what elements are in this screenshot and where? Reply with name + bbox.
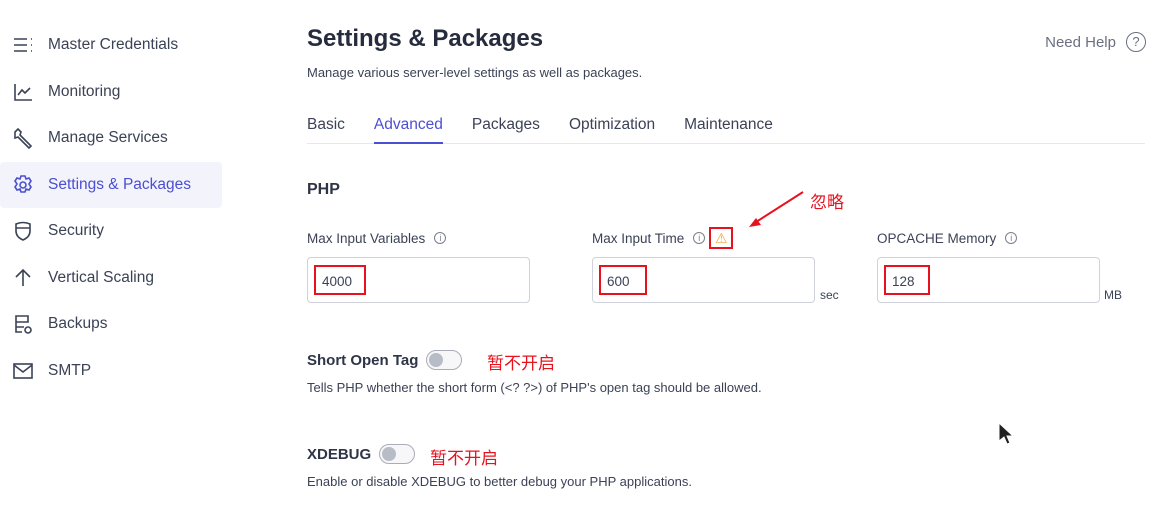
sidebar-item-vertical-scaling[interactable]: Vertical Scaling <box>0 255 222 302</box>
toggle-label: Short Open Tag <box>307 351 419 369</box>
backup-icon <box>15 315 32 335</box>
input-value: 128 <box>884 265 930 295</box>
section-title-php: PHP <box>307 181 340 198</box>
shield-icon <box>15 221 31 242</box>
gear-icon <box>14 174 32 193</box>
help-icon: ? <box>1126 32 1146 52</box>
mouse-cursor-icon <box>998 422 1014 445</box>
unit-mb: MB <box>1104 288 1122 302</box>
sidebar: Master Credentials Monitoring Manage Ser… <box>0 22 222 394</box>
wrench-icon <box>14 128 33 150</box>
sidebar-item-smtp[interactable]: SMTP <box>0 348 222 395</box>
sidebar-item-label: Manage Services <box>48 129 168 147</box>
info-icon[interactable]: i <box>693 232 706 244</box>
xdebug-description: Enable or disable XDEBUG to better debug… <box>307 474 692 489</box>
sidebar-item-security[interactable]: Security <box>0 208 222 255</box>
max-input-time-input[interactable]: 600 <box>592 257 815 303</box>
xdebug-row: XDEBUG <box>307 444 416 464</box>
page-subtitle: Manage various server-level settings as … <box>307 65 643 80</box>
need-help-label: Need Help <box>1045 33 1116 51</box>
mail-icon <box>13 362 33 379</box>
sidebar-item-monitoring[interactable]: Monitoring <box>0 69 222 116</box>
sidebar-item-label: Master Credentials <box>48 36 179 54</box>
field-label: Max Input Time <box>592 230 685 246</box>
tab-packages[interactable]: Packages <box>472 116 540 144</box>
short-open-tag-row: Short Open Tag <box>307 350 463 370</box>
input-value: 4000 <box>314 265 366 295</box>
opcache-memory-field: OPCACHE Memory i 128 <box>877 230 1100 303</box>
warning-icon[interactable]: ⚠ <box>709 227 734 249</box>
info-icon[interactable]: i <box>434 232 447 244</box>
tab-bar: Basic Advanced Packages Optimization Mai… <box>307 116 1145 144</box>
xdebug-toggle[interactable] <box>379 444 416 464</box>
sidebar-item-label: Security <box>48 222 104 240</box>
tab-maintenance[interactable]: Maintenance <box>684 116 773 144</box>
field-label: Max Input Variables <box>307 230 426 246</box>
input-value: 600 <box>599 265 647 295</box>
max-input-variables-field: Max Input Variables i 4000 <box>307 230 530 303</box>
sidebar-item-label: SMTP <box>48 361 92 379</box>
info-icon[interactable]: i <box>1005 232 1018 244</box>
unit-sec: sec <box>820 288 839 302</box>
tab-optimization[interactable]: Optimization <box>569 116 655 144</box>
annotation-arrow <box>749 191 804 227</box>
sidebar-item-label: Backups <box>48 315 108 333</box>
list-icon <box>14 38 32 53</box>
sidebar-item-label: Monitoring <box>48 82 121 100</box>
sidebar-item-label: Vertical Scaling <box>48 268 154 286</box>
arrow-up-icon <box>15 268 31 286</box>
sidebar-item-label: Settings & Packages <box>48 175 192 193</box>
annotation-not-enable: 暂不开启 <box>487 354 555 373</box>
max-input-time-field: Max Input Time i ⚠ 600 <box>592 227 815 303</box>
page-title: Settings & Packages <box>307 25 544 52</box>
opcache-memory-input[interactable]: 128 <box>877 257 1100 303</box>
tab-basic[interactable]: Basic <box>307 116 345 144</box>
tab-advanced[interactable]: Advanced <box>373 116 443 144</box>
annotation-ignore: 忽略 <box>810 193 844 212</box>
toggle-label: XDEBUG <box>307 445 372 463</box>
max-input-variables-input[interactable]: 4000 <box>307 257 530 303</box>
short-open-tag-description: Tells PHP whether the short form (<? ?>)… <box>307 380 762 395</box>
short-open-tag-toggle[interactable] <box>426 350 463 370</box>
need-help-link[interactable]: Need Help? <box>1045 32 1146 52</box>
sidebar-item-backups[interactable]: Backups <box>0 301 222 348</box>
sidebar-item-master-credentials[interactable]: Master Credentials <box>0 22 222 69</box>
field-label: OPCACHE Memory <box>877 230 997 246</box>
chart-line-icon <box>14 83 32 101</box>
annotation-not-enable: 暂不开启 <box>430 449 498 468</box>
sidebar-item-manage-services[interactable]: Manage Services <box>0 115 222 162</box>
sidebar-item-settings-packages[interactable]: Settings & Packages <box>0 161 222 208</box>
